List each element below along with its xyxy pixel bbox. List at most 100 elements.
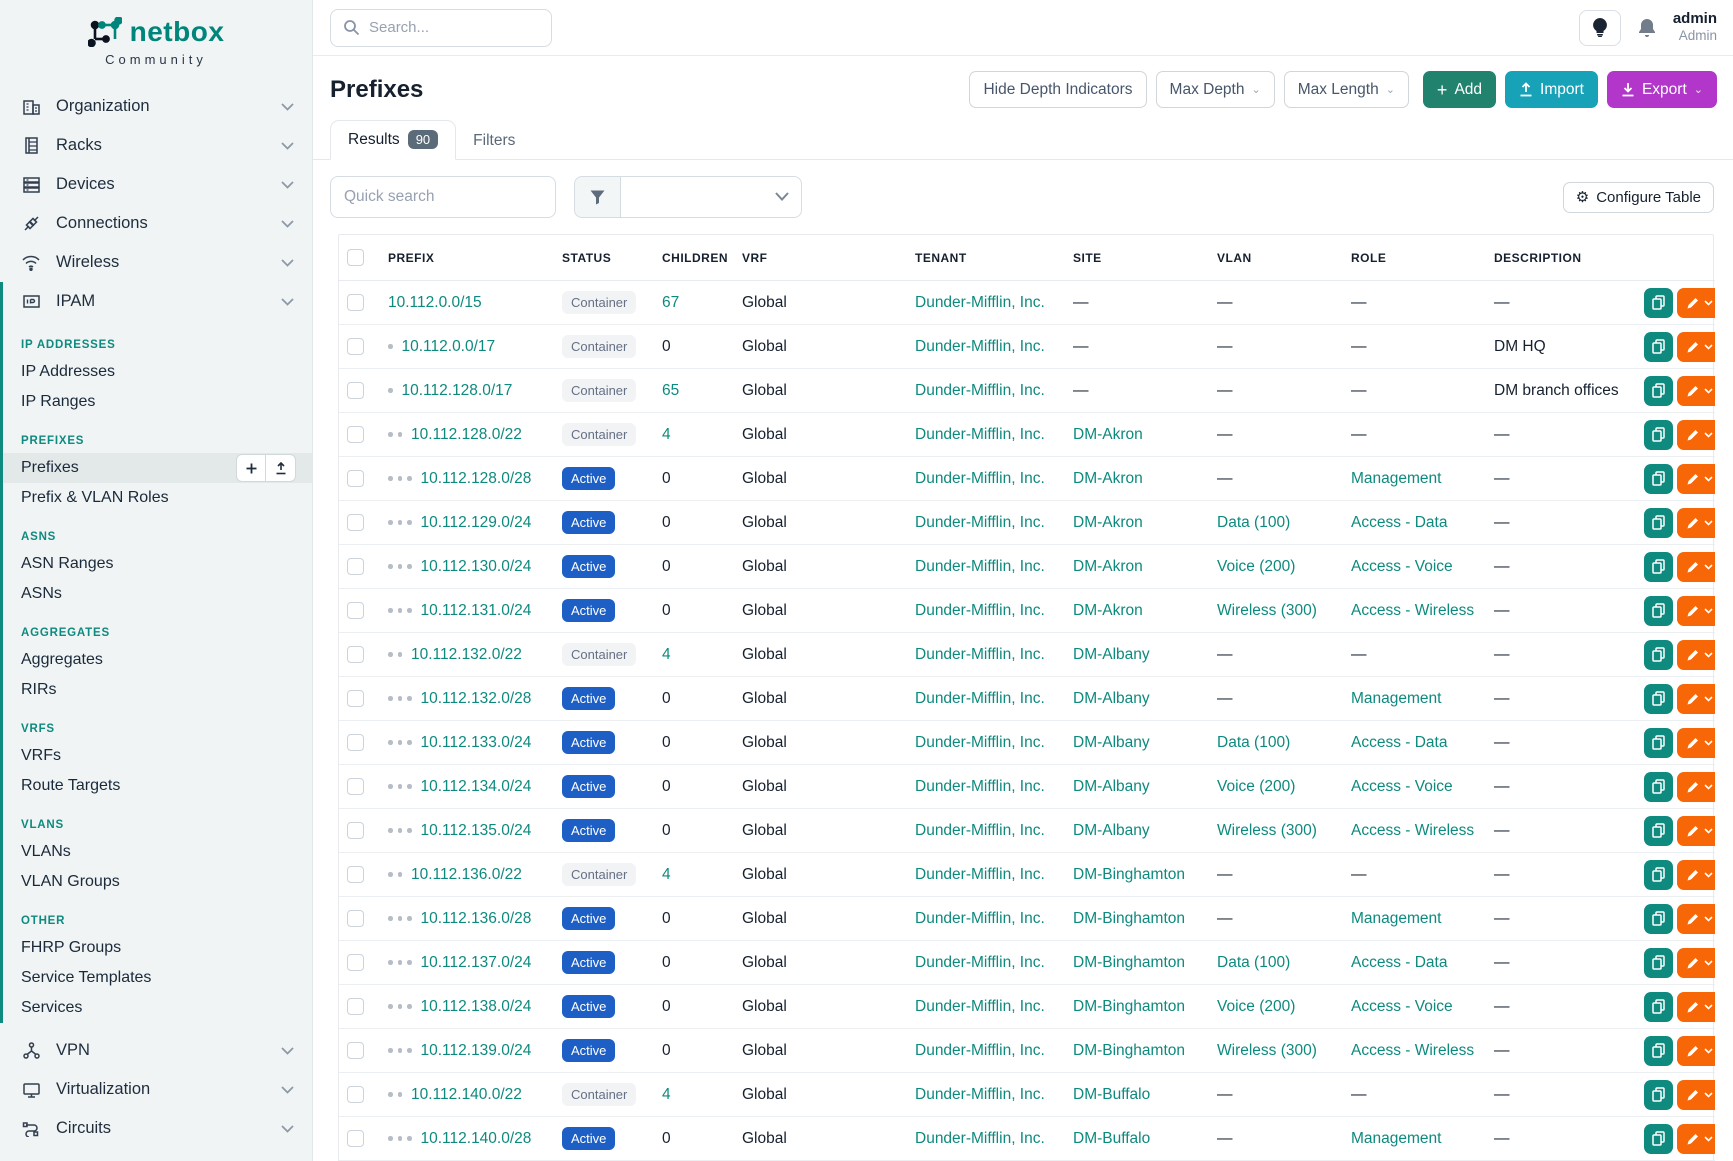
vlan-link[interactable]: Data (100) [1217,734,1290,751]
site-link[interactable]: DM-Binghamton [1073,954,1185,971]
role-link[interactable]: Access - Voice [1351,998,1453,1015]
column-header-prefix[interactable]: PREFIX [380,235,554,281]
edit-button[interactable] [1677,948,1715,978]
sidebar-item-service-templates[interactable]: Service Templates [3,963,312,993]
site-link[interactable]: DM-Albany [1073,734,1150,751]
tenant-link[interactable]: Dunder-Mifflin, Inc. [915,734,1045,751]
tab-filters[interactable]: Filters [456,123,532,160]
edit-button[interactable] [1677,1036,1715,1066]
clone-button[interactable] [1644,860,1673,890]
row-checkbox[interactable] [347,382,364,399]
edit-button[interactable] [1677,728,1715,758]
sidebar-item-rirs[interactable]: RIRs [3,675,312,705]
max-length-dropdown[interactable]: Max Length ⌄ [1284,71,1409,108]
children-count-link[interactable]: 4 [662,426,671,443]
prefix-link[interactable]: 10.112.132.0/28 [421,690,532,707]
tenant-link[interactable]: Dunder-Mifflin, Inc. [915,294,1045,311]
role-link[interactable]: Access - Voice [1351,558,1453,575]
sidebar-item-services[interactable]: Services [3,993,312,1023]
sidebar-item-devices[interactable]: Devices [0,165,312,204]
clone-button[interactable] [1644,816,1673,846]
edit-button[interactable] [1677,464,1715,494]
site-link[interactable]: DM-Akron [1073,514,1143,531]
theme-toggle-button[interactable] [1579,10,1621,46]
edit-button[interactable] [1677,772,1715,802]
edit-button[interactable] [1677,1080,1715,1110]
sidebar-item-wireless[interactable]: Wireless [0,243,312,282]
clone-button[interactable] [1644,596,1673,626]
edit-button[interactable] [1677,1124,1715,1154]
vlan-link[interactable]: Data (100) [1217,514,1290,531]
row-checkbox[interactable] [347,1086,364,1103]
vlan-link[interactable]: Voice (200) [1217,778,1295,795]
prefix-link[interactable]: 10.112.0.0/15 [388,294,482,311]
tenant-link[interactable]: Dunder-Mifflin, Inc. [915,1086,1045,1103]
prefix-link[interactable]: 10.112.138.0/24 [421,998,532,1015]
tenant-link[interactable]: Dunder-Mifflin, Inc. [915,1130,1045,1147]
row-checkbox[interactable] [347,470,364,487]
sidebar-item-fhrp-groups[interactable]: FHRP Groups [3,933,312,963]
sidebar-item-prefix-vlan-roles[interactable]: Prefix & VLAN Roles [3,483,312,513]
clone-button[interactable] [1644,420,1673,450]
sidebar-item-connections[interactable]: Connections [0,204,312,243]
sidebar-item-vlans[interactable]: VLANs [3,837,312,867]
row-checkbox[interactable] [347,954,364,971]
role-link[interactable]: Management [1351,690,1441,707]
row-checkbox[interactable] [347,1042,364,1059]
hide-depth-indicators-button[interactable]: Hide Depth Indicators [969,71,1146,108]
column-header-tenant[interactable]: TENANT [907,235,1065,281]
saved-filter-select[interactable] [574,176,802,218]
vlan-link[interactable]: Data (100) [1217,954,1290,971]
tenant-link[interactable]: Dunder-Mifflin, Inc. [915,514,1045,531]
tab-results[interactable]: Results 90 [330,120,456,160]
vlan-link[interactable]: Voice (200) [1217,558,1295,575]
select-all-checkbox[interactable] [347,249,364,266]
row-checkbox[interactable] [347,866,364,883]
column-header-vrf[interactable]: VRF [734,235,907,281]
role-link[interactable]: Access - Wireless [1351,822,1474,839]
row-checkbox[interactable] [347,646,364,663]
tenant-link[interactable]: Dunder-Mifflin, Inc. [915,910,1045,927]
clone-button[interactable] [1644,376,1673,406]
vlan-link[interactable]: Wireless (300) [1217,602,1317,619]
site-link[interactable]: DM-Binghamton [1073,866,1185,883]
row-checkbox[interactable] [347,338,364,355]
role-link[interactable]: Access - Data [1351,954,1447,971]
role-link[interactable]: Access - Data [1351,514,1447,531]
site-link[interactable]: DM-Binghamton [1073,998,1185,1015]
clone-button[interactable] [1644,288,1673,318]
clone-button[interactable] [1644,464,1673,494]
vlan-link[interactable]: Wireless (300) [1217,1042,1317,1059]
site-link[interactable]: DM-Albany [1073,690,1150,707]
site-link[interactable]: DM-Akron [1073,602,1143,619]
column-header-role[interactable]: ROLE [1343,235,1486,281]
export-button[interactable]: Export ⌄ [1607,71,1717,108]
sidebar-item-ipam[interactable]: IPAM [3,282,312,321]
prefix-link[interactable]: 10.112.131.0/24 [421,602,532,619]
tenant-link[interactable]: Dunder-Mifflin, Inc. [915,646,1045,663]
tenant-link[interactable]: Dunder-Mifflin, Inc. [915,690,1045,707]
add-button[interactable]: + Add [1423,71,1496,108]
children-count-link[interactable]: 4 [662,1086,671,1103]
clone-button[interactable] [1644,992,1673,1022]
row-checkbox[interactable] [347,998,364,1015]
row-checkbox[interactable] [347,602,364,619]
edit-button[interactable] [1677,288,1715,318]
site-link[interactable]: DM-Albany [1073,646,1150,663]
max-depth-dropdown[interactable]: Max Depth ⌄ [1156,71,1275,108]
edit-button[interactable] [1677,552,1715,582]
clone-button[interactable] [1644,508,1673,538]
role-link[interactable]: Management [1351,470,1441,487]
filter-dropdown[interactable] [620,176,802,218]
tenant-link[interactable]: Dunder-Mifflin, Inc. [915,338,1045,355]
prefix-link[interactable]: 10.112.139.0/24 [421,1042,532,1059]
site-link[interactable]: DM-Binghamton [1073,1042,1185,1059]
clone-button[interactable] [1644,904,1673,934]
edit-button[interactable] [1677,684,1715,714]
prefix-link[interactable]: 10.112.140.0/22 [411,1086,522,1103]
tenant-link[interactable]: Dunder-Mifflin, Inc. [915,866,1045,883]
clone-button[interactable] [1644,728,1673,758]
sidebar-item-route-targets[interactable]: Route Targets [3,771,312,801]
role-link[interactable]: Management [1351,910,1441,927]
tenant-link[interactable]: Dunder-Mifflin, Inc. [915,426,1045,443]
